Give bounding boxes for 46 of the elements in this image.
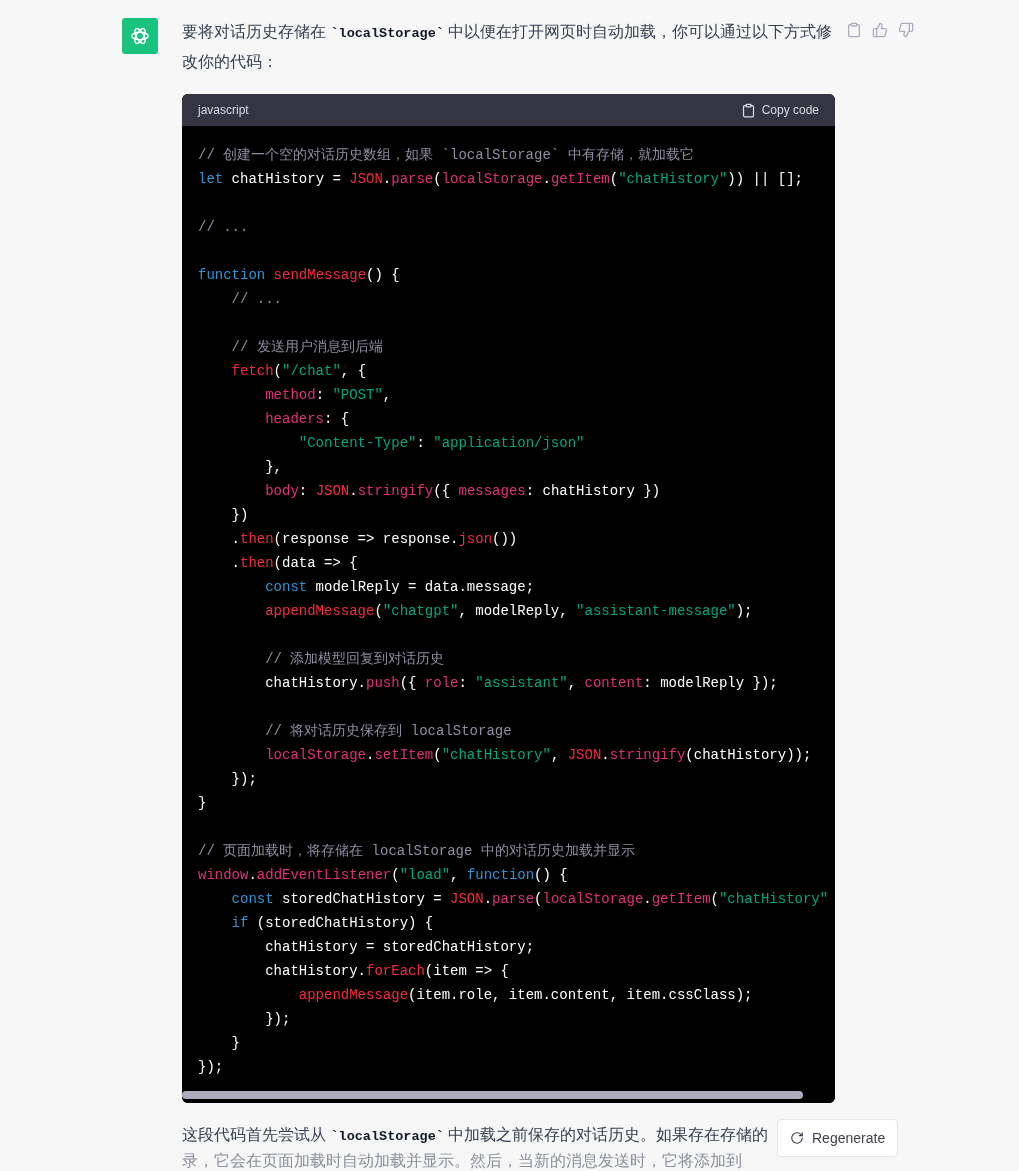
code-line: chatHistory.forEach(item => { xyxy=(265,962,509,981)
code-line: // 页面加载时，将存储在 localStorage 中的对话历史加载并显示 xyxy=(198,842,635,861)
code-line: const modelReply = data.message; xyxy=(265,578,535,597)
code-line: method: "POST", xyxy=(265,386,392,405)
code-line: appendMessage("chatgpt", modelReply, "assistant-message"); xyxy=(265,602,753,621)
code-line: }); xyxy=(265,1010,291,1029)
code-line: }); xyxy=(198,1058,224,1077)
code-line: const storedChatHistory = JSON.parse(localStorage.getItem("chatHistory" xyxy=(231,890,829,909)
code-line: localStorage.setItem("chatHistory", JSON.stringify(chatHistory)); xyxy=(265,746,812,765)
knot-logo-icon xyxy=(129,25,151,47)
code-line: .then(data => { xyxy=(231,554,358,573)
regenerate-button[interactable]: Regenerate xyxy=(777,1119,899,1157)
copy-code-button[interactable]: Copy code xyxy=(740,102,819,118)
code-line: }) xyxy=(231,506,249,525)
code-line: headers: { xyxy=(265,410,350,429)
code-line: // 添加模型回复到对话历史 xyxy=(265,650,445,669)
message-text: 要将对话历史存储在 `localStorage` 中以便在打开网页时自动加载，你可以通过以下方式修改你的代码： xyxy=(182,22,834,72)
code-line: let chatHistory = JSON.parse(localStorage.getItem("chatHistory")) || []; xyxy=(198,170,803,189)
clipboard-icon xyxy=(740,102,756,118)
copy-icon[interactable] xyxy=(846,22,862,38)
message-text: 录，它会在页面加载时自动加载并显示。然后，当新的消息发送时，它将添加到 xyxy=(182,1151,742,1171)
scrollbar[interactable] xyxy=(182,1091,803,1099)
code-line: appendMessage(item.role, item.content, item.cssClass); xyxy=(298,986,753,1005)
thumbs-down-icon[interactable] xyxy=(898,22,914,38)
code-line: fetch("/chat", { xyxy=(231,362,367,381)
code-line: // ... xyxy=(198,218,249,237)
code-line: "Content-Type": "application/json" xyxy=(298,434,585,453)
code-line: if (storedChatHistory) { xyxy=(231,914,434,933)
code-line: window.addEventListener("load", function() { xyxy=(198,866,568,885)
code-line: } xyxy=(231,1034,240,1053)
code-line: .then(response => response.json()) xyxy=(231,530,518,549)
code-line: body: JSON.stringify({ messages: chatHistory }) xyxy=(265,482,661,501)
code-language: javascript xyxy=(198,103,249,117)
code-line: // 发送用户消息到后端 xyxy=(231,338,383,357)
code-line: function sendMessage() { xyxy=(198,266,400,285)
thumbs-up-icon[interactable] xyxy=(872,22,888,38)
code-line: // 将对话历史保存到 localStorage xyxy=(265,722,512,741)
message-text: 这段代码首先尝试从 `localStorage` 中加载之前保存的对话历史。如果存在存储的 xyxy=(182,1125,769,1146)
code-line: // 创建一个空的对话历史数组，如果 `localStorage` 中有存储，就加载它 xyxy=(198,146,694,165)
code-line: chatHistory = storedChatHistory; xyxy=(265,938,535,957)
code-line: // ... xyxy=(231,290,282,309)
code-line: } xyxy=(198,794,207,813)
code-line: }); xyxy=(231,770,257,789)
code-line: chatHistory.push({ role: "assistant", content: modelReply }); xyxy=(265,674,778,693)
refresh-icon xyxy=(790,1131,804,1145)
code-line: }, xyxy=(265,458,282,477)
